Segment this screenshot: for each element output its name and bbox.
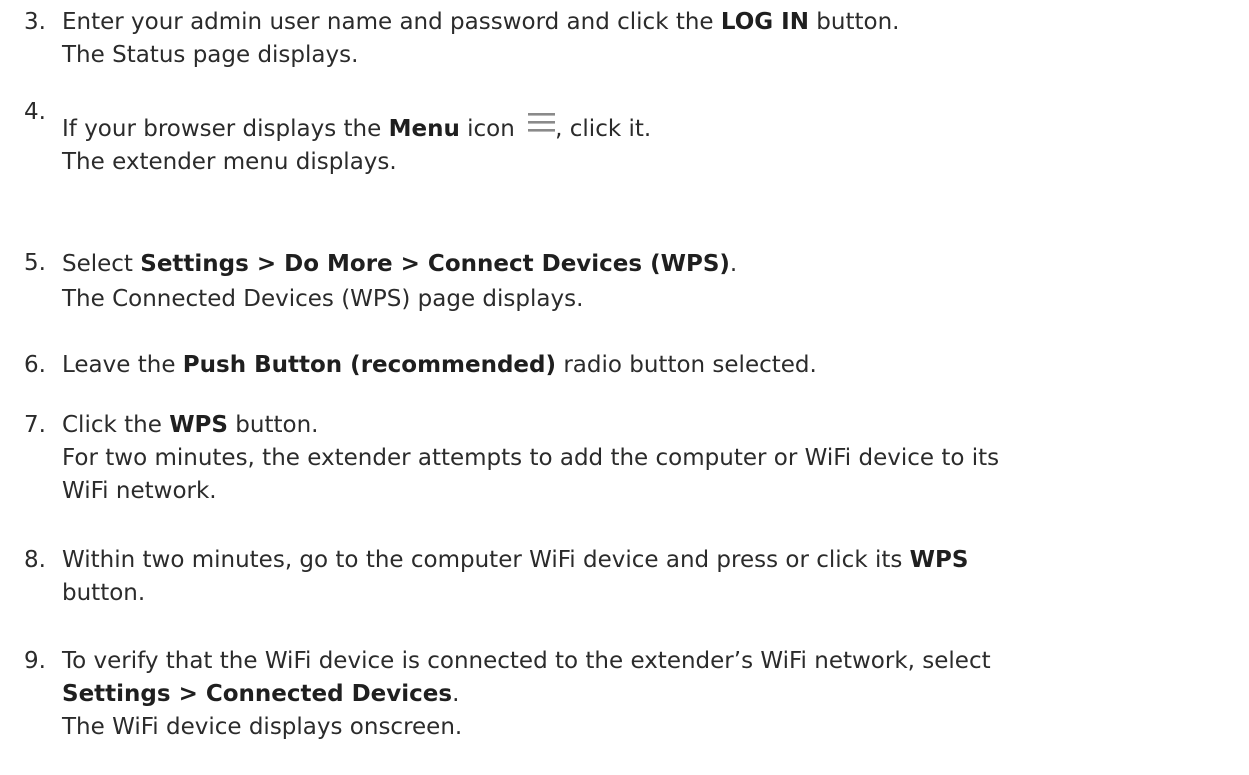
text-run: Leave the — [62, 352, 183, 378]
step-body: If your browser displays the Menu icon ,… — [62, 112, 1241, 179]
step-body: Leave the Push Button (recommended) radi… — [62, 349, 1241, 382]
text-run: . — [452, 681, 460, 707]
step-body: Enter your admin user name and password … — [62, 6, 1241, 72]
step-body: Select Settings > Do More > Connect Devi… — [62, 247, 1241, 317]
ui-term: WPS — [909, 547, 969, 573]
ui-term: LOG IN — [720, 9, 809, 35]
step-number: 9. — [24, 648, 46, 674]
step-line: If your browser displays the Menu icon ,… — [62, 112, 1241, 146]
step-line: The Connected Devices (WPS) page display… — [62, 286, 584, 312]
step-line: The Status page displays. — [62, 42, 359, 68]
text-run: If your browser displays the — [62, 116, 389, 142]
step-body: Within two minutes, go to the computer W… — [62, 544, 1241, 610]
step-line: Leave the Push Button (recommended) radi… — [62, 349, 1241, 382]
text-run: Click the — [62, 412, 170, 438]
ui-term: Menu — [388, 116, 460, 142]
step-line: WiFi network. — [62, 478, 217, 504]
step-line: To verify that the WiFi device is connec… — [62, 648, 991, 674]
text-run: . — [729, 251, 738, 277]
step-number: 3. — [24, 9, 46, 35]
text-run: button. — [809, 9, 900, 35]
ui-term: WPS — [169, 412, 228, 438]
ui-term: Settings > Connected Devices — [62, 681, 453, 707]
step-number: 8. — [24, 547, 46, 573]
step-line: Within two minutes, go to the computer W… — [62, 544, 1241, 577]
step-line: Select Settings > Do More > Connect Devi… — [62, 247, 1241, 282]
step-line: button. — [62, 580, 146, 606]
step-line: For two minutes, the extender attempts t… — [62, 445, 1000, 471]
text-run: radio button selected. — [556, 352, 817, 378]
step-number: 7. — [24, 412, 46, 438]
text-run: icon — [459, 116, 523, 142]
text-run: Enter your admin user name and password … — [62, 9, 721, 35]
step-number: 6. — [24, 352, 46, 378]
step-line: The extender menu displays. — [62, 149, 397, 175]
text-run: Within two minutes, go to the computer W… — [62, 547, 910, 573]
step-line: Enter your admin user name and password … — [62, 6, 1241, 39]
menu-icon — [528, 113, 556, 132]
step-line: The WiFi device displays onscreen. — [62, 714, 463, 740]
step-body: Click the WPS button. For two minutes, t… — [62, 409, 1241, 508]
step-line: Click the WPS button. — [62, 409, 1241, 442]
step-line: Settings > Connected Devices. — [62, 678, 1241, 711]
text-run: , click it. — [555, 116, 652, 142]
text-run: Select — [62, 251, 141, 277]
step-number: 4. — [24, 99, 46, 125]
step-number: 5. — [24, 250, 46, 276]
ui-term: Settings > Do More > Connect Devices (WP… — [140, 251, 730, 277]
text-run: button. — [227, 412, 319, 438]
ui-term: Push Button (recommended) — [182, 352, 557, 378]
step-body: To verify that the WiFi device is connec… — [62, 645, 1241, 744]
